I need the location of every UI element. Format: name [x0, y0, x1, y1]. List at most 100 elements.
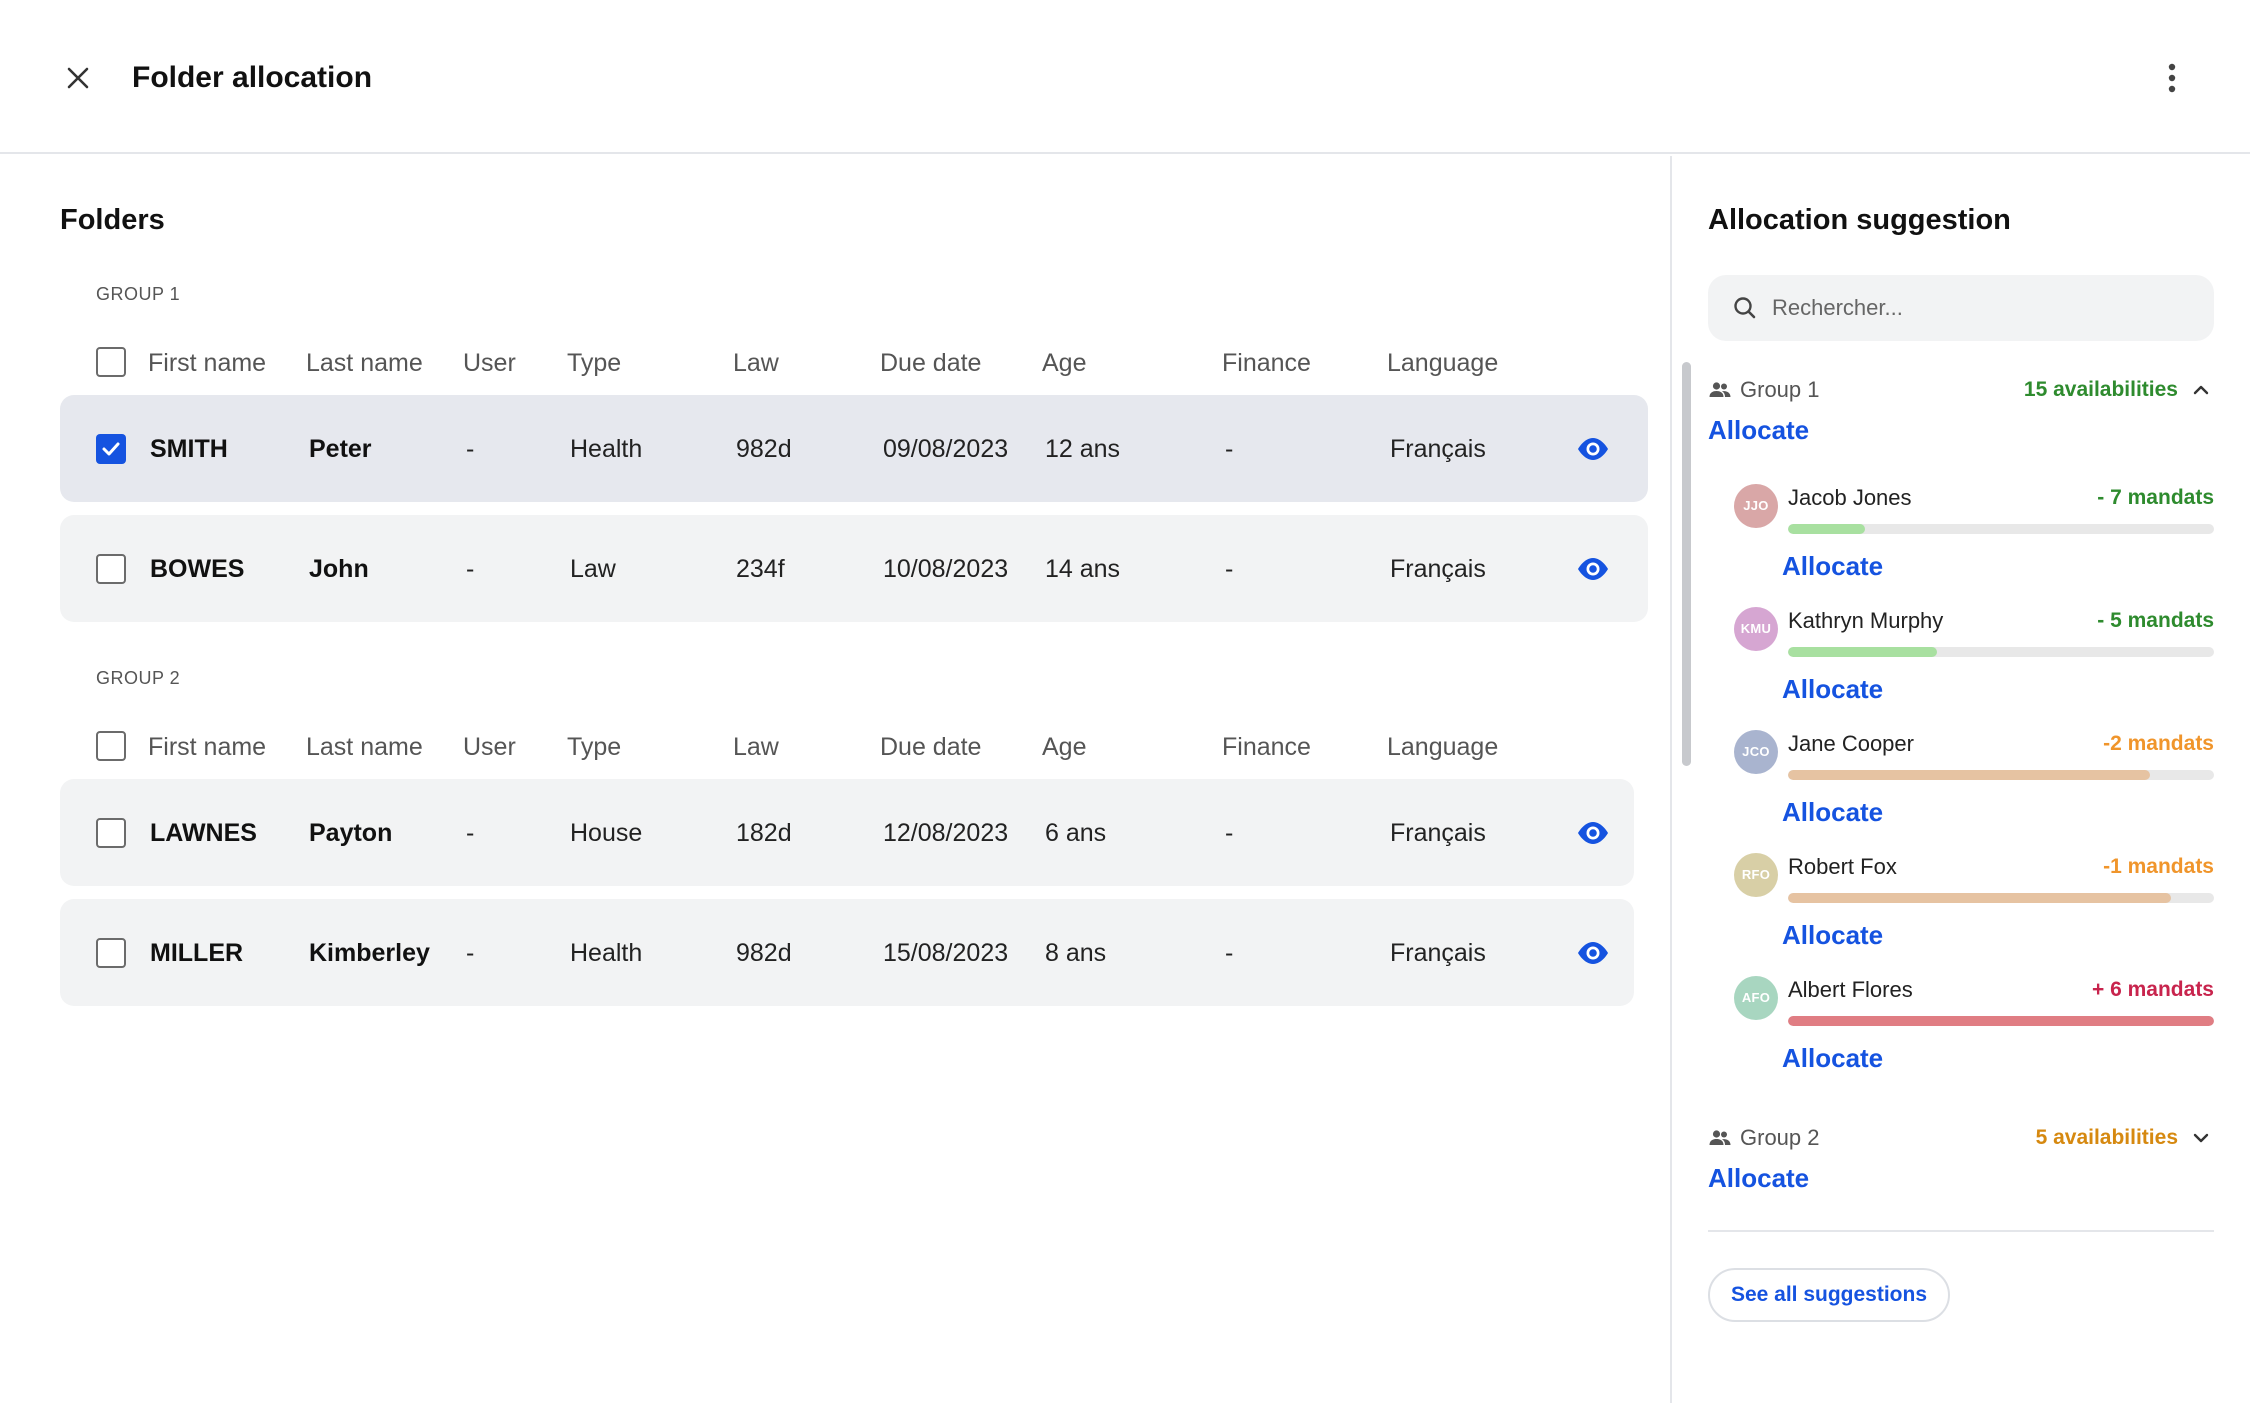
table-row[interactable]: LAWNES Payton - House 182d 12/08/2023 6 … — [60, 779, 1634, 886]
column-header-due-date[interactable]: Due date — [880, 348, 981, 378]
cell-user: - — [466, 435, 475, 463]
search-field[interactable] — [1708, 275, 2214, 341]
cell-last-name: Kimberley — [309, 939, 430, 967]
cell-first-name: SMITH — [150, 435, 228, 463]
search-icon — [1732, 295, 1758, 321]
chevron-down-icon[interactable] — [2190, 1127, 2212, 1149]
allocate-member-link[interactable]: Allocate — [1782, 919, 1883, 951]
allocate-member-link[interactable]: Allocate — [1782, 673, 1883, 705]
more-options-icon[interactable] — [2156, 60, 2188, 96]
cell-law: 982d — [736, 435, 792, 463]
cell-type: Health — [570, 435, 643, 463]
column-header-finance[interactable]: Finance — [1222, 348, 1311, 378]
row-checkbox[interactable] — [96, 818, 126, 848]
allocate-member-link[interactable]: Allocate — [1782, 550, 1883, 582]
cell-type: Health — [570, 939, 643, 967]
column-header-language[interactable]: Language — [1387, 732, 1498, 762]
mandate-count: - 5 mandats — [2097, 609, 2214, 632]
cell-age: 6 ans — [1045, 819, 1107, 847]
suggestions-title: Allocation suggestion — [1708, 204, 2011, 236]
column-header-last-name[interactable]: Last name — [306, 732, 423, 762]
cell-age: 14 ans — [1045, 555, 1121, 583]
column-header-user[interactable]: User — [463, 732, 516, 762]
people-icon — [1708, 1126, 1732, 1150]
allocate-group-link[interactable]: Allocate — [1708, 414, 1809, 446]
eye-icon[interactable] — [1575, 434, 1611, 464]
column-header-last-name[interactable]: Last name — [306, 348, 423, 378]
column-header-finance[interactable]: Finance — [1222, 732, 1311, 762]
table-row[interactable]: BOWES John - Law 234f 10/08/2023 14 ans … — [60, 515, 1648, 622]
row-checkbox[interactable] — [96, 554, 126, 584]
column-header-first-name[interactable]: First name — [148, 732, 266, 762]
eye-icon[interactable] — [1575, 818, 1611, 848]
avatar: AFO — [1734, 976, 1778, 1020]
workload-bar — [1788, 647, 2214, 657]
row-checkbox[interactable] — [96, 938, 126, 968]
eye-icon[interactable] — [1575, 554, 1611, 584]
select-all-checkbox[interactable] — [96, 347, 126, 377]
member-item: JCO Jane Cooper -2 mandats Allocate — [1734, 730, 2214, 853]
cell-due-date: 15/08/2023 — [883, 939, 1009, 967]
scrollbar-thumb[interactable] — [1682, 362, 1691, 766]
suggestion-group-header[interactable]: Group 1 15 availabilities — [1708, 375, 2214, 405]
mandate-count: -1 mandats — [2103, 855, 2214, 878]
see-all-suggestions-button[interactable]: See all suggestions — [1708, 1268, 1950, 1322]
top-bar: Folder allocation — [0, 0, 2250, 154]
member-item: KMU Kathryn Murphy - 5 mandats Allocate — [1734, 607, 2214, 730]
workload-bar-fill — [1788, 893, 2172, 903]
cell-due-date: 10/08/2023 — [883, 555, 1009, 583]
workload-bar-fill — [1788, 524, 1865, 534]
column-header-user[interactable]: User — [463, 348, 516, 378]
cell-law: 982d — [736, 939, 792, 967]
mandate-count: + 6 mandats — [2092, 978, 2214, 1001]
eye-icon[interactable] — [1575, 938, 1611, 968]
chevron-up-icon[interactable] — [2190, 379, 2212, 401]
cell-law: 182d — [736, 819, 792, 847]
page-title: Folder allocation — [132, 61, 373, 94]
availability-count: 15 availabilities — [2023, 378, 2178, 401]
close-icon[interactable] — [60, 60, 96, 96]
column-header-type[interactable]: Type — [567, 348, 621, 378]
column-header-type[interactable]: Type — [567, 732, 621, 762]
member-name: Jacob Jones — [1788, 485, 1912, 510]
column-header-first-name[interactable]: First name — [148, 348, 266, 378]
allocate-member-link[interactable]: Allocate — [1782, 1042, 1883, 1074]
allocate-group-link[interactable]: Allocate — [1708, 1162, 1809, 1194]
mandate-count: -2 mandats — [2103, 732, 2214, 755]
cell-last-name: Peter — [309, 435, 372, 463]
cell-finance: - — [1225, 435, 1234, 463]
workload-bar-fill — [1788, 647, 1938, 657]
column-header-language[interactable]: Language — [1387, 348, 1498, 378]
column-header-age[interactable]: Age — [1042, 732, 1086, 762]
divider — [1708, 1230, 2214, 1232]
workload-bar — [1788, 770, 2214, 780]
cell-first-name: BOWES — [150, 555, 245, 583]
cell-due-date: 09/08/2023 — [883, 435, 1009, 463]
cell-user: - — [466, 555, 475, 583]
cell-language: Français — [1390, 819, 1486, 847]
cell-last-name: Payton — [309, 819, 393, 847]
row-checkbox-checked[interactable] — [96, 434, 126, 464]
cell-finance: - — [1225, 819, 1234, 847]
column-header-law[interactable]: Law — [733, 732, 779, 762]
cell-first-name: LAWNES — [150, 819, 257, 847]
column-header-age[interactable]: Age — [1042, 348, 1086, 378]
workload-bar — [1788, 524, 2214, 534]
folders-panel: Folders GROUP 1 First name Last name Use… — [0, 156, 1670, 1403]
select-all-checkbox[interactable] — [96, 731, 126, 761]
group-name: Group 2 — [1740, 1125, 1820, 1150]
table-row[interactable]: MILLER Kimberley - Health 982d 15/08/202… — [60, 899, 1634, 1006]
workload-bar-fill — [1788, 770, 2151, 780]
member-name: Jane Cooper — [1788, 731, 1914, 756]
group-label: GROUP 2 — [96, 668, 181, 688]
allocate-member-link[interactable]: Allocate — [1782, 796, 1883, 828]
avatar: KMU — [1734, 607, 1778, 651]
availability-count: 5 availabilities — [2035, 1126, 2178, 1149]
table-row[interactable]: SMITH Peter - Health 982d 09/08/2023 12 … — [60, 395, 1648, 502]
member-name: Kathryn Murphy — [1788, 608, 1944, 633]
cell-last-name: John — [309, 555, 369, 583]
column-header-law[interactable]: Law — [733, 348, 779, 378]
suggestion-group-header[interactable]: Group 2 5 availabilities — [1708, 1123, 2214, 1153]
column-header-due-date[interactable]: Due date — [880, 732, 981, 762]
search-input[interactable] — [1772, 287, 2192, 329]
